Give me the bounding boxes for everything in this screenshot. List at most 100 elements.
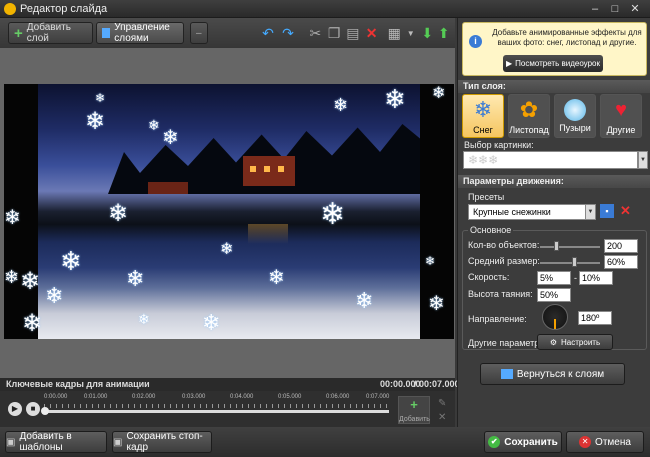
snowflake-icon: ❄: [333, 95, 349, 115]
configure-button[interactable]: ⚙ Настроить: [537, 334, 613, 350]
paste-icon[interactable]: ▤: [344, 23, 363, 43]
direction-needle: [554, 319, 556, 329]
info-icon: i: [469, 35, 482, 48]
size-slider-knob[interactable]: [572, 257, 577, 267]
snowflake-icon: ❄: [22, 310, 43, 337]
minus-icon: –: [196, 27, 202, 39]
close-window-button[interactable]: ✕: [626, 2, 644, 16]
info-text: Добавьте анимированные эффекты для ваших…: [492, 28, 642, 47]
size-slider[interactable]: [540, 262, 600, 264]
toolbar: + Добавить слой Управление слоями – ↶ ↷ …: [0, 18, 455, 48]
count-input[interactable]: 200: [604, 239, 638, 253]
speed-max-input[interactable]: 10%: [579, 271, 613, 285]
minimize-button[interactable]: –: [586, 2, 604, 16]
manage-layers-button[interactable]: Управление слоями: [96, 22, 184, 44]
move-down-icon[interactable]: ⬇: [419, 23, 436, 43]
snowflake-icon: ❄: [428, 293, 445, 315]
add-layer-label: Добавить слой: [26, 22, 71, 44]
back-to-layers-button[interactable]: Вернуться к слоям: [480, 363, 625, 385]
cut-icon[interactable]: ✂: [306, 23, 325, 43]
plus-icon: +: [410, 397, 418, 412]
type-label: Другие: [606, 125, 636, 135]
undo-icon[interactable]: ↶: [258, 23, 278, 43]
add-layer-button[interactable]: + Добавить слой: [8, 22, 93, 44]
timeline-header: Ключевые кадры для анимации 00:00.000 / …: [0, 378, 460, 391]
snowflake-icon: ❄: [138, 311, 150, 327]
reflection: [248, 224, 288, 244]
count-slider[interactable]: [540, 246, 600, 248]
size-input[interactable]: 60%: [604, 255, 638, 269]
speed-label: Скорость:: [468, 272, 510, 282]
chevron-down-icon[interactable]: ▼: [638, 151, 648, 169]
type-other[interactable]: ♥ Другие: [600, 94, 642, 138]
plus-icon: +: [14, 24, 23, 42]
timeline: ▶ ■ 0:00.000 0:01.000 0:02.000 0:03.000 …: [0, 391, 455, 427]
tick-label: 0:01.000: [84, 394, 108, 400]
type-leaves[interactable]: ✿ Листопад: [508, 94, 550, 138]
add-to-templates-button[interactable]: ▣ Добавить в шаблоны: [5, 431, 107, 453]
bubble-icon: [564, 99, 586, 121]
save-button[interactable]: ✔ Сохранить: [484, 431, 562, 453]
frame-icon: ▣: [113, 436, 123, 448]
size-label: Средний размер:: [468, 256, 540, 266]
delete-keyframe-icon[interactable]: ✕: [438, 412, 446, 423]
info-box: i Добавьте анимированные эффекты для ваш…: [462, 22, 647, 76]
maximize-button[interactable]: □: [606, 2, 624, 16]
delete-icon[interactable]: ✕: [362, 23, 381, 43]
align-icon[interactable]: ▦: [386, 23, 403, 43]
chevron-down-icon[interactable]: ▼: [403, 23, 420, 43]
presets-label: Пресеты: [468, 192, 505, 202]
window-light: [250, 166, 256, 172]
template-icon: ▣: [6, 436, 16, 448]
video-icon: ▶: [506, 59, 513, 68]
image-choice-label: Выбор картинки:: [464, 140, 534, 150]
cancel-icon: ✕: [579, 436, 592, 448]
melt-height-input[interactable]: 50%: [537, 288, 571, 302]
direction-dial[interactable]: [542, 304, 568, 330]
check-icon: ✔: [488, 436, 501, 448]
snowflake-icon: ❄: [45, 283, 64, 308]
move-up-icon[interactable]: ⬆: [436, 23, 453, 43]
tick-label: 0:00.000: [44, 394, 68, 400]
count-slider-knob[interactable]: [554, 241, 559, 251]
motion-params-header: Параметры движения:: [458, 175, 650, 188]
remove-layer-button[interactable]: –: [190, 22, 208, 44]
window-light: [278, 166, 284, 172]
copy-icon[interactable]: ❐: [325, 23, 344, 43]
playhead[interactable]: [41, 407, 49, 415]
cancel-button[interactable]: ✕ Отмена: [566, 431, 644, 453]
edit-keyframe-icon[interactable]: ✎: [438, 398, 446, 409]
watch-video-label: Посмотреть видеоурок: [515, 59, 600, 68]
timeline-ruler: [44, 404, 389, 408]
snowflake-icon: ❄: [425, 254, 436, 268]
play-icon[interactable]: ▶: [8, 402, 22, 416]
snowflake-icon: ❄: [320, 198, 346, 231]
redo-icon[interactable]: ↷: [278, 23, 298, 43]
speed-min-input[interactable]: 5%: [537, 271, 571, 285]
tick-label: 0:03.000: [182, 394, 206, 400]
tick-label: 0:02.000: [132, 394, 156, 400]
chevron-down-icon[interactable]: ▼: [585, 204, 596, 220]
preset-select[interactable]: Крупные снежинки: [468, 204, 596, 220]
add-keyframe-button[interactable]: + Добавить: [398, 396, 430, 424]
configure-label: Настроить: [561, 337, 601, 347]
save-preset-icon[interactable]: ▪: [600, 204, 614, 218]
direction-input[interactable]: 180º: [578, 311, 612, 325]
stop-icon[interactable]: ■: [26, 402, 40, 416]
save-frame-button[interactable]: ▣ Сохранить стоп-кадр: [112, 431, 212, 453]
type-snow[interactable]: ❄ Снег: [462, 94, 504, 138]
window-light: [264, 166, 270, 172]
image-choice-select[interactable]: ❄❄❄: [463, 151, 638, 169]
snowflake-icon: ❄: [20, 268, 41, 295]
tick-label: 0:04.000: [230, 394, 254, 400]
cabin: [148, 182, 188, 194]
time-total: 00:07.000: [419, 379, 460, 389]
timeline-track[interactable]: [44, 410, 389, 413]
type-label: Снег: [473, 125, 493, 135]
cancel-label: Отмена: [595, 436, 631, 448]
delete-preset-icon[interactable]: ✕: [620, 203, 631, 219]
snowflake-icon: ❄: [162, 127, 179, 149]
type-bubbles[interactable]: Пузыри: [554, 94, 596, 138]
watch-video-button[interactable]: ▶ Посмотреть видеоурок: [503, 55, 603, 72]
save-label: Сохранить: [504, 436, 558, 448]
